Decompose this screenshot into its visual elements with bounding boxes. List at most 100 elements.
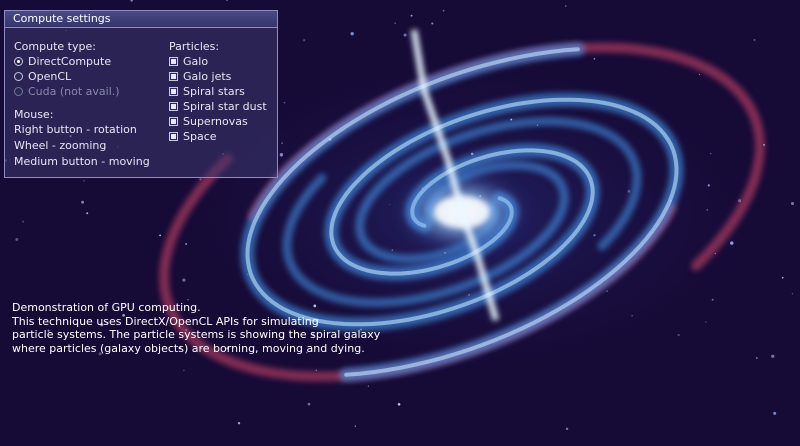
star: [397, 402, 401, 406]
star: [763, 143, 766, 146]
star: [565, 5, 567, 7]
description-line: Demonstration of GPU computing.: [12, 301, 201, 314]
star: [315, 369, 318, 372]
star: [705, 321, 707, 323]
star: [738, 199, 742, 203]
star: [709, 152, 712, 155]
star: [81, 200, 85, 204]
star: [707, 184, 710, 187]
star: [753, 38, 756, 41]
checkbox-supernovas[interactable]: Supernovas: [169, 114, 267, 129]
star: [431, 22, 434, 25]
star: [593, 234, 596, 237]
star: [279, 153, 284, 157]
star: [367, 385, 370, 387]
checkbox-spiral-stars[interactable]: Spiral stars: [169, 84, 267, 99]
star: [350, 32, 354, 36]
checkbox-checked-icon: [169, 132, 178, 141]
star: [627, 189, 631, 193]
star: [470, 152, 474, 156]
demo-description: Demonstration of GPU computing. This tec…: [12, 301, 380, 355]
checkbox-space[interactable]: Space: [169, 129, 267, 144]
particles-group: Particles: Galo Galo jets Spiral stars S…: [169, 39, 267, 144]
star: [593, 57, 596, 60]
checkbox-label: Supernovas: [183, 115, 248, 128]
star: [182, 278, 186, 282]
checkbox-label: Spiral stars: [183, 85, 245, 98]
star: [711, 298, 714, 301]
mouse-header: Mouse:: [14, 108, 54, 121]
star: [22, 220, 25, 223]
star: [410, 14, 413, 17]
star: [328, 137, 332, 141]
description-line: This technique uses DirectX/OpenCL APIs …: [12, 314, 319, 328]
star: [790, 201, 795, 206]
radio-label: OpenCL: [28, 70, 72, 83]
radio-label: DirectCompute: [28, 55, 112, 68]
star: [791, 293, 794, 295]
star: [391, 249, 393, 251]
star: [669, 199, 672, 203]
star: [468, 293, 471, 296]
radio-selected-icon: [14, 57, 23, 66]
star: [536, 124, 539, 126]
checkbox-galo[interactable]: Galo: [169, 54, 267, 69]
compute-type-group: Compute type: DirectCompute OpenCL Cuda …: [14, 39, 150, 170]
star: [510, 118, 513, 121]
star: [247, 273, 249, 276]
description-line: particle systems. The particle systems i…: [12, 328, 381, 341]
star: [281, 142, 283, 144]
star: [606, 290, 608, 292]
radio-opencl[interactable]: OpenCL: [14, 69, 150, 84]
star: [237, 421, 241, 425]
radio-directcompute[interactable]: DirectCompute: [14, 54, 150, 69]
star: [755, 357, 758, 359]
star: [307, 402, 311, 406]
checkbox-checked-icon: [169, 117, 178, 126]
star: [83, 179, 85, 182]
star: [771, 354, 775, 358]
star: [631, 314, 633, 317]
particles-header: Particles:: [169, 40, 220, 53]
star: [781, 276, 784, 279]
star: [15, 238, 19, 241]
checkbox-label: Spiral star dust: [183, 100, 267, 113]
star: [199, 178, 202, 181]
star: [86, 212, 89, 215]
checkbox-label: Space: [183, 130, 217, 143]
star: [302, 39, 306, 42]
star: [698, 74, 700, 76]
star: [773, 411, 777, 415]
checkbox-checked-icon: [169, 102, 178, 111]
star: [442, 9, 445, 12]
star: [730, 241, 734, 245]
description-line: where particles (galaxy objects) are bor…: [12, 341, 365, 355]
radio-unselected-icon: [14, 72, 23, 81]
star: [677, 333, 680, 337]
radio-disabled-icon: [14, 87, 23, 96]
checkbox-checked-icon: [169, 57, 178, 66]
radio-label: Cuda (not avail.): [28, 85, 120, 98]
checkbox-galo-jets[interactable]: Galo jets: [169, 69, 267, 84]
checkbox-spiral-star-dust[interactable]: Spiral star dust: [169, 99, 267, 114]
radio-cuda: Cuda (not avail.): [14, 84, 150, 99]
star: [394, 22, 397, 25]
compute-type-header: Compute type:: [14, 40, 96, 53]
compute-settings-panel: Compute settings Compute type: DirectCom…: [4, 10, 278, 178]
checkbox-checked-icon: [169, 87, 178, 96]
star: [444, 252, 446, 254]
star: [183, 369, 185, 372]
star: [706, 209, 709, 211]
star: [159, 234, 161, 237]
star: [565, 427, 569, 431]
star: [185, 243, 188, 245]
mouse-hint-moving: Medium button - moving: [14, 155, 150, 168]
checkbox-checked-icon: [169, 72, 178, 81]
star: [714, 252, 716, 255]
checkbox-label: Galo: [183, 55, 209, 68]
star: [403, 33, 407, 37]
mouse-hint-rotation: Right button - rotation: [14, 123, 137, 136]
star: [283, 101, 286, 104]
star: [354, 425, 357, 427]
mouse-hint-zooming: Wheel - zooming: [14, 139, 107, 152]
